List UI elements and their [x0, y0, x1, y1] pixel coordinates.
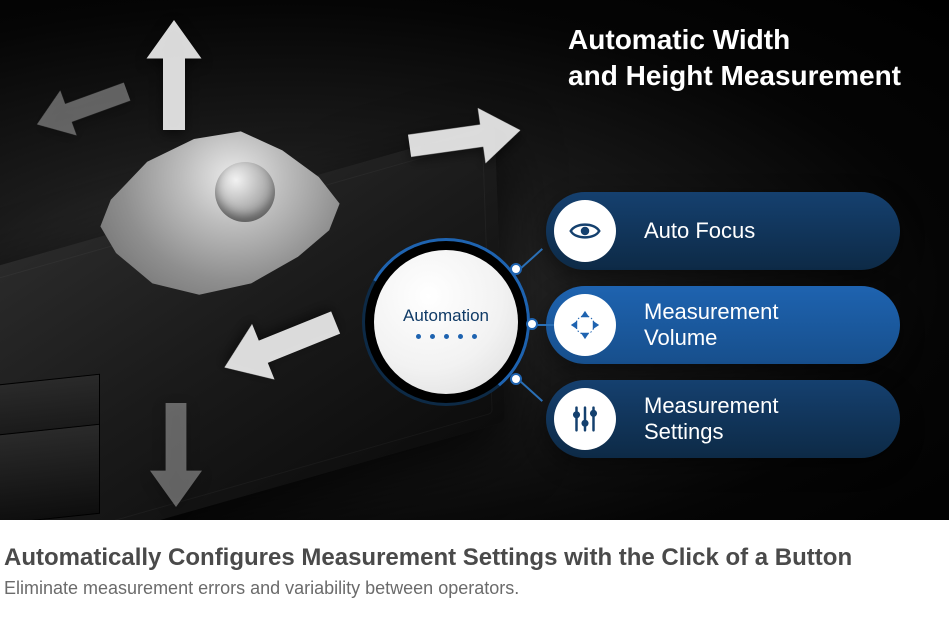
heading-line-1: Automatic Width [568, 24, 790, 55]
sliders-icon [554, 388, 616, 450]
caption-subtitle: Eliminate measurement errors and variabi… [4, 578, 945, 599]
feature-measurement-settings: MeasurementSettings [546, 380, 900, 458]
hero-image: Automatic Width and Height Measurement A… [0, 0, 949, 520]
arrow-down-icon [150, 400, 202, 510]
connector-node [510, 263, 522, 275]
heading-line-2: and Height Measurement [568, 60, 901, 91]
feature-label: MeasurementSettings [644, 393, 779, 446]
hub-inner: Automation [374, 250, 518, 394]
eye-icon [554, 200, 616, 262]
caption-title: Automatically Configures Measurement Set… [4, 544, 945, 572]
arrow-upper-left-icon [27, 63, 138, 152]
expand-arrows-icon [554, 294, 616, 356]
feature-auto-focus: Auto Focus [546, 192, 900, 270]
automation-hub: Automation [362, 238, 530, 406]
feature-measurement-volume: MeasurementVolume [546, 286, 900, 364]
feature-label: MeasurementVolume [644, 299, 779, 352]
connector-line [536, 324, 554, 326]
arrow-up-icon [146, 20, 202, 130]
hub-dots [416, 334, 477, 339]
connector-node [510, 373, 522, 385]
arrow-right-icon [397, 101, 534, 175]
hero-heading: Automatic Width and Height Measurement [568, 22, 901, 95]
feature-label: Auto Focus [644, 218, 755, 244]
instrument-side-panel [0, 424, 100, 520]
caption-block: Automatically Configures Measurement Set… [0, 520, 949, 599]
connector-node [526, 318, 538, 330]
hub-label: Automation [403, 306, 489, 326]
